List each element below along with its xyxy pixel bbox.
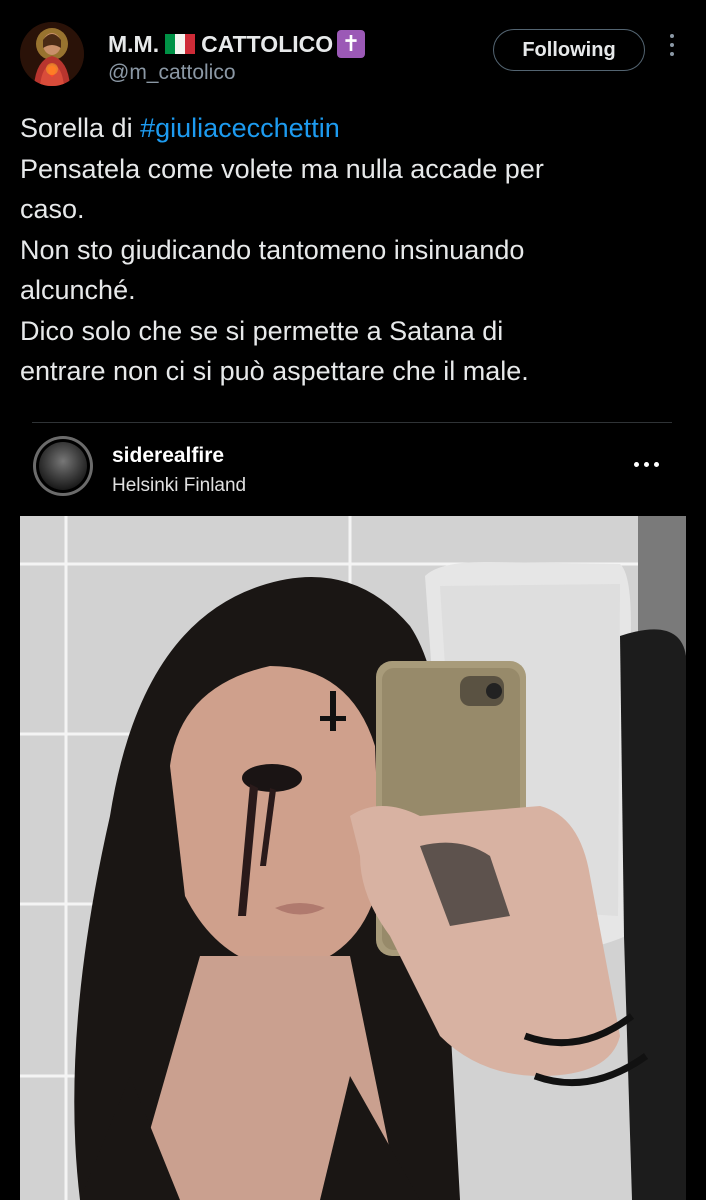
tweet-text: Sorella di #giuliacecchettin Pensatela c… xyxy=(20,108,690,392)
following-button[interactable]: Following xyxy=(493,29,645,71)
tweet-text-line: alcunché. xyxy=(20,275,136,305)
tweet-text-line: Non sto giudicando tantomeno insinuando xyxy=(20,234,525,265)
tweet-text-line: Sorella di #giuliacecchettin xyxy=(20,108,690,149)
tweet-text-line: Dico solo che se si permette a Satana di xyxy=(20,315,504,346)
tweet-text-line: entrare non ci si può aspettare che il m… xyxy=(20,356,529,386)
hashtag-link[interactable]: #giuliacecchettin xyxy=(140,113,340,143)
author-name-text: M.M. xyxy=(108,30,160,57)
mirror-selfie-photo xyxy=(20,516,686,1200)
author-name-suffix: CATTOLICO xyxy=(201,30,334,57)
more-horizontal-icon[interactable] xyxy=(634,462,659,467)
embedded-instagram-post[interactable]: siderealfire Helsinki Finland xyxy=(20,422,686,1200)
author-display-name[interactable]: M.M. CATTOLICO ✝ xyxy=(108,30,366,58)
tweet-text-line: Pensatela come volete ma nulla accade pe… xyxy=(20,153,544,184)
italy-flag-icon xyxy=(165,34,196,54)
ig-location[interactable]: Helsinki Finland xyxy=(112,475,246,497)
embed-divider xyxy=(32,422,672,423)
author-avatar[interactable] xyxy=(20,22,84,86)
tweet-header: M.M. CATTOLICO ✝ @m_cattolico Following xyxy=(0,0,706,100)
latin-cross-icon: ✝ xyxy=(337,30,366,58)
ig-avatar[interactable] xyxy=(33,436,93,496)
ig-username[interactable]: siderealfire xyxy=(112,444,224,468)
ig-avatar-photo xyxy=(39,442,87,490)
author-handle[interactable]: @m_cattolico xyxy=(108,61,236,85)
post-photo[interactable] xyxy=(20,516,686,1200)
sacred-heart-avatar-image xyxy=(20,22,84,86)
more-options-icon[interactable] xyxy=(662,34,682,64)
tweet-text-line: caso. xyxy=(20,194,85,224)
tweet-text-prefix: Sorella di xyxy=(20,113,141,143)
